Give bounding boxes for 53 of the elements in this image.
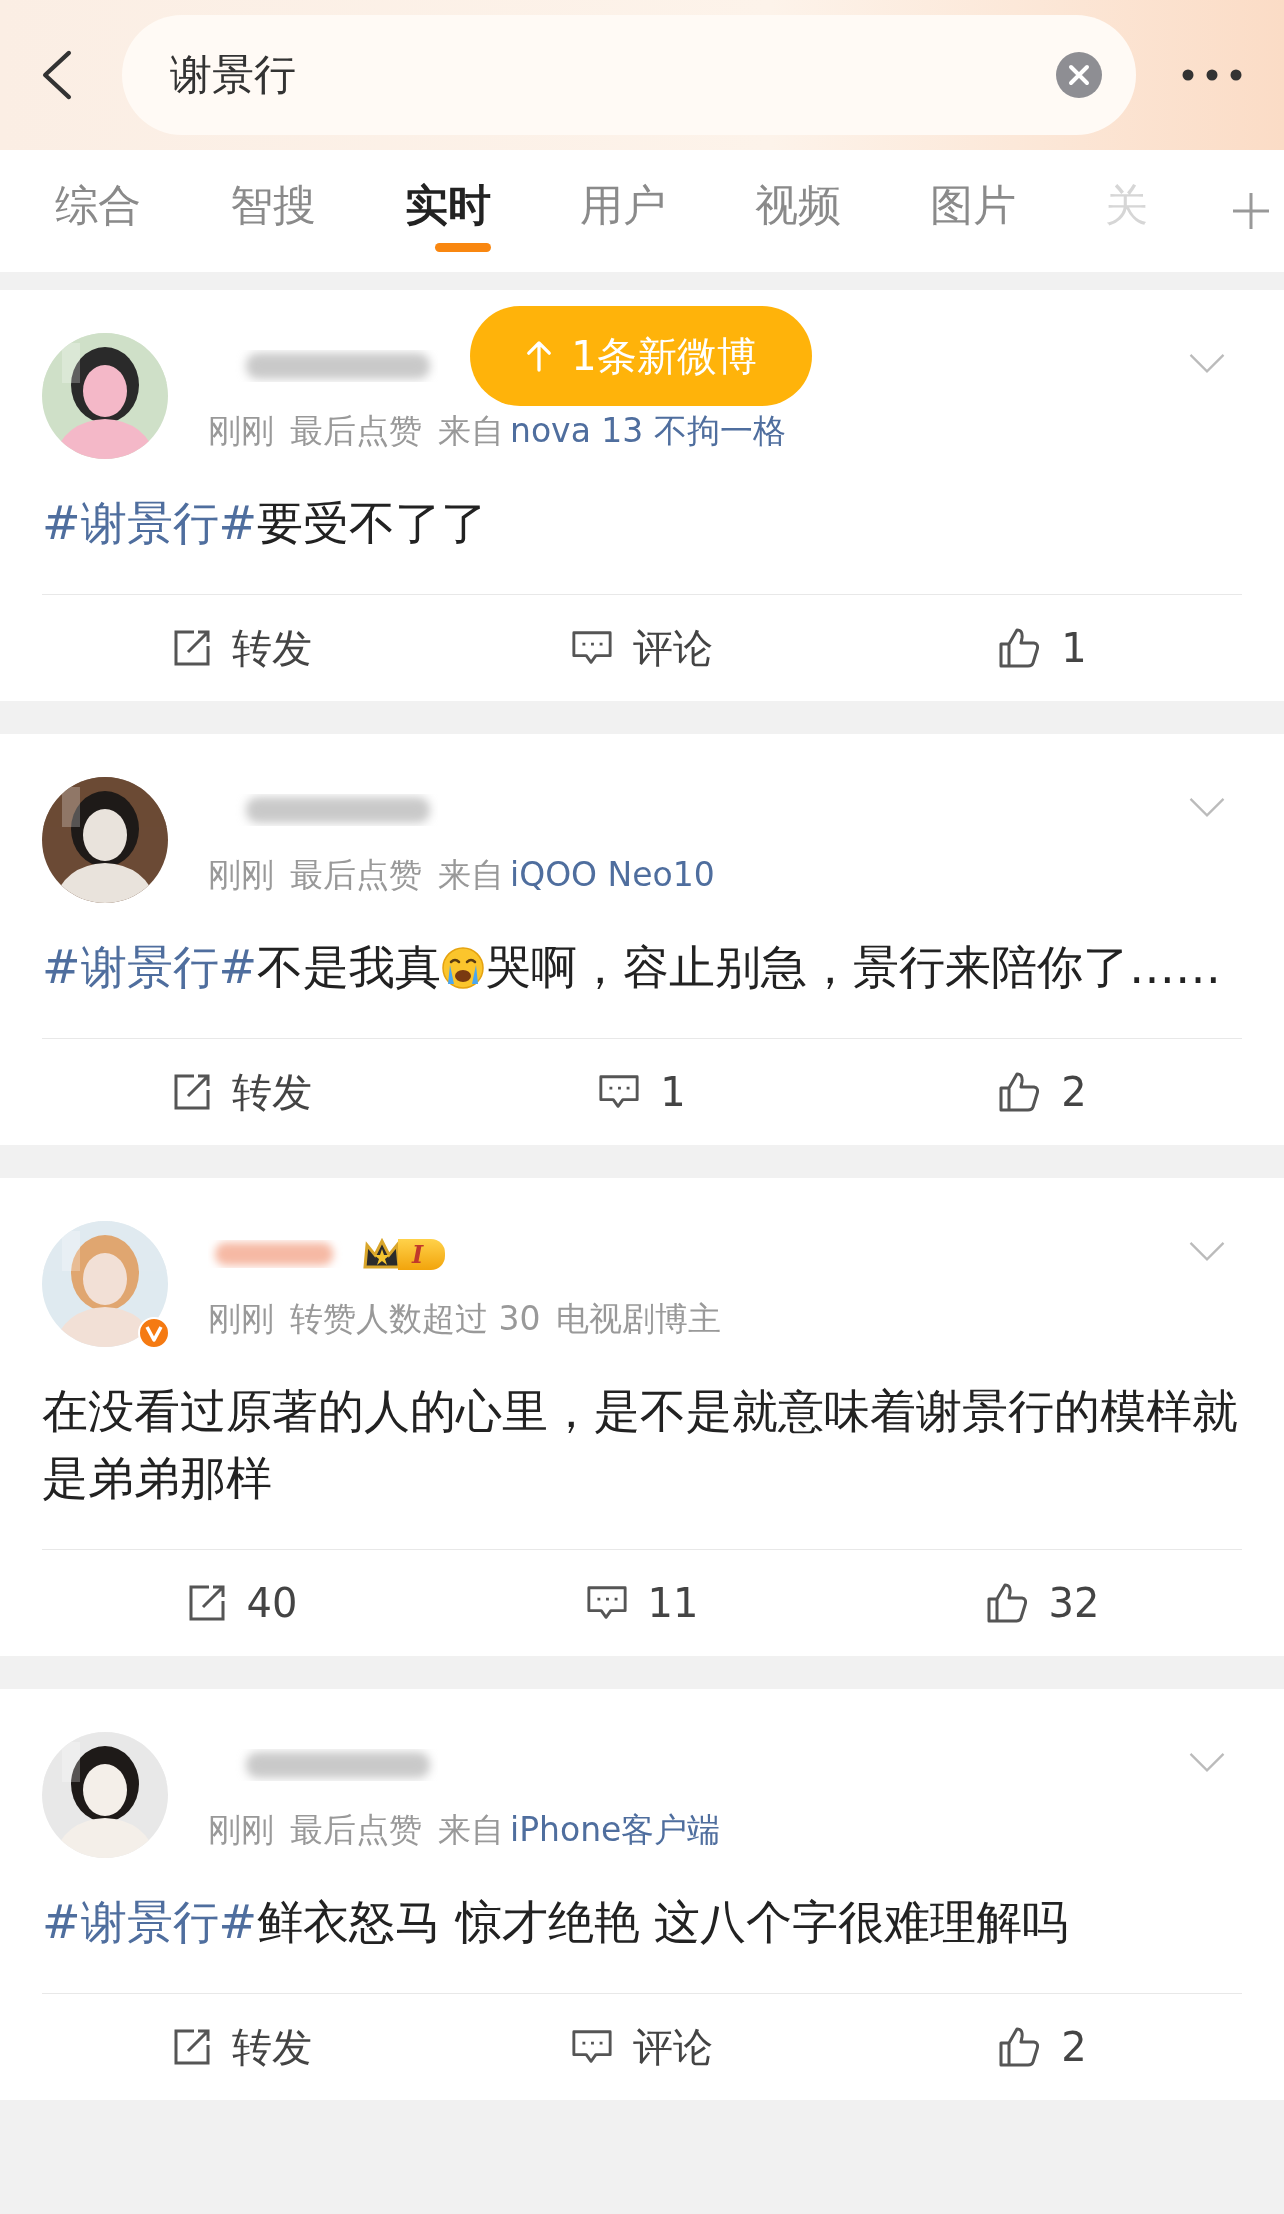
post-meta: 最后点赞	[290, 1809, 422, 1851]
post-meta: 最后点赞	[290, 854, 422, 896]
post-text: #谢景行#不是我真 哭啊，容止别急，景行来陪你了……	[42, 939, 1223, 996]
hashtag-link[interactable]: #谢景行#	[42, 1895, 258, 1949]
post-meta: 电视剧博主	[556, 1298, 722, 1340]
plus-icon[interactable]	[1231, 191, 1271, 231]
crying-emoji-icon	[441, 946, 486, 990]
post-text: #谢景行#要受不了了	[42, 495, 489, 552]
post-source: 来自 iPhone客户端	[438, 1809, 721, 1851]
hashtag-link[interactable]: #谢景行#	[42, 940, 258, 994]
like-button[interactable]: 32	[842, 1550, 1242, 1656]
search-field[interactable]: 谢景行	[122, 15, 1136, 135]
repost-button[interactable]: 转发	[42, 1039, 442, 1145]
more-icon[interactable]	[1182, 69, 1242, 81]
thumbs-up-icon	[997, 1070, 1042, 1114]
share-icon	[172, 1072, 212, 1112]
post-meta: 刚刚	[208, 1809, 274, 1851]
repost-button[interactable]: 40	[42, 1550, 442, 1656]
arrow-up-icon	[525, 340, 554, 372]
share-icon	[172, 628, 212, 668]
chevron-down-icon[interactable]	[1188, 1752, 1226, 1774]
comment-button[interactable]: 11	[442, 1550, 842, 1656]
hashtag-link[interactable]: #谢景行#	[42, 496, 258, 550]
post-source: 来自 iQOO Neo10	[438, 854, 715, 896]
post-text: #谢景行#鲜衣怒马 惊才绝艳 这八个字很难理解吗	[42, 1894, 1070, 1951]
chevron-down-icon[interactable]	[1188, 353, 1226, 375]
like-button[interactable]: 1	[842, 595, 1242, 701]
source-link[interactable]: iPhone客户端	[510, 1810, 721, 1849]
chevron-down-icon[interactable]	[1188, 797, 1226, 819]
post-meta: 刚刚	[208, 1298, 274, 1340]
repost-button[interactable]: 转发	[42, 1994, 442, 2100]
like-button[interactable]: 2	[842, 1039, 1242, 1145]
post-meta: 刚刚	[208, 854, 274, 896]
post-source: 来自 nova 13 不拘一格	[438, 410, 786, 452]
post-text: 在没看过原著的人的心里，是不是就意味着谢景行的模样就是弟弟那样	[42, 1383, 1239, 1507]
source-link[interactable]: nova 13 不拘一格	[510, 411, 786, 450]
like-button[interactable]: 2	[842, 1994, 1242, 2100]
repost-button[interactable]: 转发	[42, 595, 442, 701]
tab[interactable]: 实时	[405, 159, 580, 263]
post-meta: 转赞人数超过 30	[290, 1298, 541, 1340]
chevron-down-icon[interactable]	[1188, 1241, 1226, 1263]
thumbs-up-icon	[997, 2025, 1042, 2069]
post-meta: 最后点赞	[290, 410, 422, 452]
tab-indicator	[435, 243, 491, 252]
clear-icon[interactable]	[1056, 52, 1102, 98]
source-link[interactable]: iQOO Neo10	[510, 855, 715, 894]
comment-button[interactable]: 评论	[442, 1994, 842, 2100]
post-meta: 刚刚	[208, 410, 274, 452]
comment-button[interactable]: 评论	[442, 595, 842, 701]
share-icon	[172, 2027, 212, 2067]
thumbs-up-icon	[997, 626, 1042, 670]
comment-button[interactable]: 1	[442, 1039, 842, 1145]
verified-badge-icon	[138, 1317, 170, 1349]
